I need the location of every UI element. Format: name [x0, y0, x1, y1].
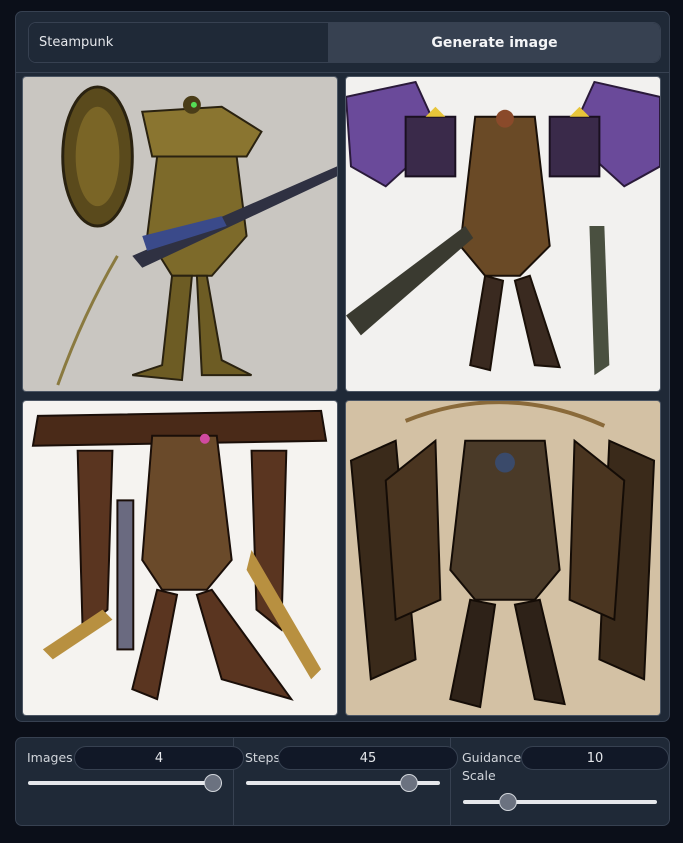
- gallery-image-4[interactable]: [345, 400, 661, 716]
- divider: [16, 72, 669, 73]
- guidance-scale-slider-track[interactable]: [463, 800, 657, 804]
- steps-slider-handle[interactable]: [400, 774, 418, 792]
- gallery-image-3[interactable]: [22, 400, 338, 716]
- steampunk-mech-image-2: [346, 77, 660, 391]
- images-control: Images: [16, 738, 244, 825]
- settings-panel: Images Steps Guidance Scale: [15, 737, 670, 826]
- guidance-scale-control: Guidance Scale: [451, 738, 669, 825]
- gallery-image-1[interactable]: [22, 76, 338, 392]
- guidance-scale-slider-handle[interactable]: [499, 793, 517, 811]
- prompt-input[interactable]: [29, 23, 329, 62]
- image-gallery: [22, 76, 663, 716]
- generate-image-button[interactable]: Generate image: [329, 23, 660, 62]
- prompt-row: Generate image: [28, 22, 661, 63]
- steps-number-input[interactable]: [278, 746, 458, 770]
- images-slider-handle[interactable]: [204, 774, 222, 792]
- images-slider-track[interactable]: [28, 781, 222, 785]
- steampunk-mech-image-3: [23, 401, 337, 715]
- steampunk-mech-image-1: [23, 77, 337, 391]
- generation-panel: Generate image: [15, 11, 670, 722]
- steps-control: Steps: [234, 738, 458, 825]
- images-number-input[interactable]: [74, 746, 244, 770]
- gallery-image-2[interactable]: [345, 76, 661, 392]
- steampunk-mech-image-4: [346, 401, 660, 715]
- guidance-scale-number-input[interactable]: [521, 746, 669, 770]
